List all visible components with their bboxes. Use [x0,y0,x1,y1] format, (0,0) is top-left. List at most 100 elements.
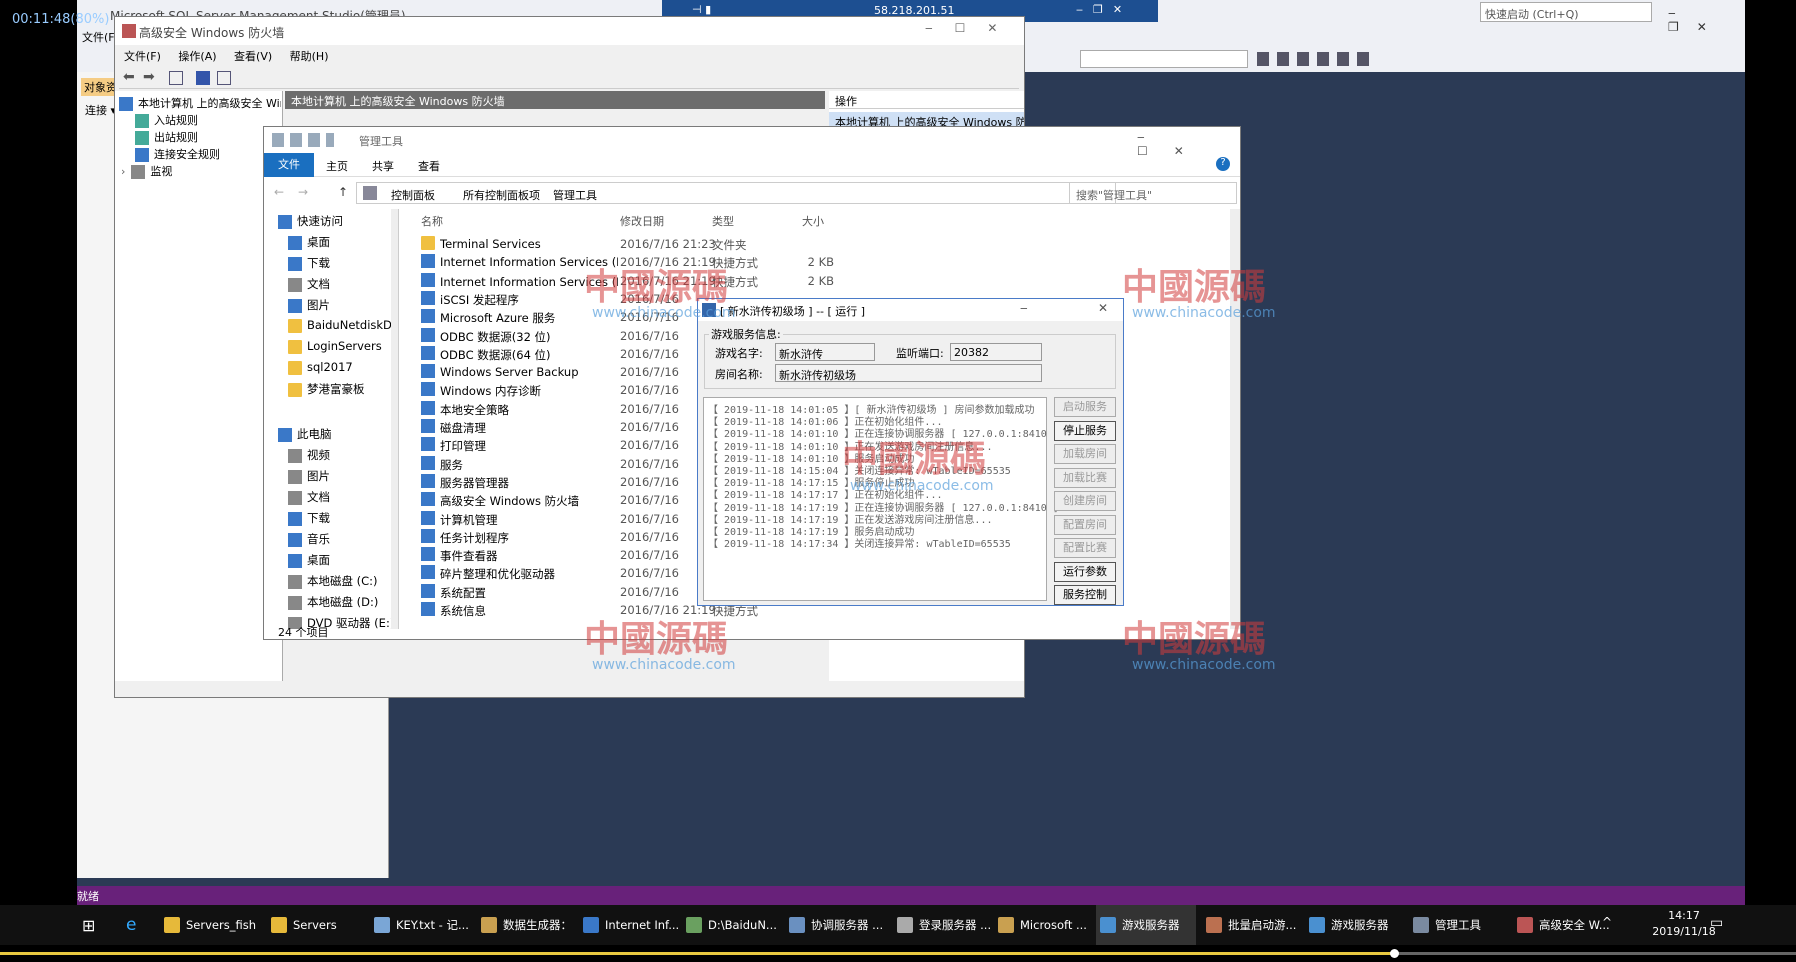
blue-icon [278,427,292,442]
firewall-window-controls[interactable]: ‒☐✕ [925,21,1019,35]
taskbar-item[interactable]: 数据生成器： [477,905,577,945]
taskbar-item-label: 批量启动游... [1228,918,1297,932]
rdp-window-controls[interactable]: ‒❐✕ [1076,3,1132,16]
close-icon[interactable]: ✕ [1098,301,1108,315]
file-date: 2016/7/16 [620,566,679,581]
breadcrumb-2[interactable]: 所有控制面板项 [463,187,540,203]
search-input[interactable]: 搜索"管理工具" [1069,182,1237,204]
dialog-button[interactable]: 创建房间 [1054,491,1116,511]
breadcrumb-3[interactable]: 管理工具 [553,187,597,203]
nav-item[interactable]: 图片 [288,468,330,486]
taskbar-item[interactable]: 批量启动游... [1202,905,1302,945]
ssms-combo[interactable] [1080,50,1248,68]
show-action-icon[interactable] [217,71,231,85]
ssms-toolbar-icons[interactable] [1257,52,1377,66]
col-date[interactable]: 修改日期 [620,213,664,229]
nav-item[interactable]: 快速访问 [278,213,343,231]
tree-monitoring[interactable]: › 监视 [121,163,172,179]
taskbar-item[interactable]: 管理工具 [1409,905,1509,945]
dialog-button[interactable]: 加载比赛 [1054,467,1116,488]
inbound-icon [135,114,149,128]
dialog-button[interactable]: 服务控制 [1054,585,1116,605]
up-arrow-icon[interactable]: ↑ [338,185,348,199]
menu-help[interactable]: 帮助(H) [290,50,329,63]
nav-scrollbar[interactable] [391,209,398,629]
dialog-button[interactable]: 停止服务 [1054,420,1116,441]
dialog-button[interactable]: 配置房间 [1054,514,1116,535]
nav-item[interactable]: 图片 [288,297,330,315]
minimize-icon[interactable]: ‒ [1020,301,1028,315]
progress-handle[interactable] [1390,949,1399,958]
tree-outbound[interactable]: 出站规则 [135,129,198,145]
ssms-window-controls[interactable]: ‒❐✕ [1668,6,1738,34]
taskbar-item[interactable]: 游戏服务器 [1096,905,1196,945]
col-name[interactable]: 名称 [421,213,443,229]
log-box[interactable]: 【 2019-11-18 14:01:05 】[ 新水浒传初级场 ] 房间参数加… [703,397,1059,601]
clock-time[interactable]: 14:17 [1654,909,1714,922]
show-tree-icon[interactable] [169,71,183,85]
taskbar-item[interactable]: Microsoft ... [994,905,1094,945]
help-icon[interactable]: ? [1216,157,1230,171]
expand-icon[interactable]: › [121,165,125,178]
nav-item[interactable]: 本地磁盘 (D:) [288,594,378,612]
menu-file[interactable]: 文件(F) [124,50,161,63]
taskbar-item[interactable]: KEY.txt - 记... [370,905,470,945]
nav-item[interactable]: 本地磁盘 (C:) [288,573,378,591]
menu-view[interactable]: 查看(V) [234,50,272,63]
nav-item[interactable]: 梦港富豪板 [288,381,365,399]
ribbon-tab-file[interactable]: 文件 [264,153,314,177]
forward-arrow-icon[interactable]: → [298,185,308,199]
ribbon-tab-view[interactable]: 查看 [418,158,440,174]
taskbar-item[interactable]: Internet Inf... [579,905,679,945]
forward-icon[interactable]: ➡ [143,69,155,85]
connect-button[interactable]: 连接 ▾ [85,102,116,118]
taskbar-item[interactable]: 游戏服务器 [1305,905,1405,945]
tree-connection-security[interactable]: 连接安全规则 [135,146,220,162]
tree-inbound[interactable]: 入站规则 [135,112,198,128]
col-size[interactable]: 大小 [802,213,824,229]
tree-root[interactable]: 本地计算机 上的高级安全 Wind [119,95,281,111]
action-center-icon[interactable]: ▭ [1710,915,1723,931]
ie-icon[interactable]: e [126,915,136,935]
taskbar-item[interactable]: Servers [267,905,367,945]
file-row[interactable]: Terminal Services 2016/7/16 21:23 文件夹 [417,235,897,253]
nav-item[interactable]: 文档 [288,489,330,507]
dialog-button[interactable]: 启动服务 [1054,397,1116,417]
menu-action[interactable]: 操作(A) [178,50,216,63]
help-icon[interactable] [196,71,210,85]
back-arrow-icon[interactable]: ← [274,185,284,199]
breadcrumb-1[interactable]: 控制面板 [391,187,435,203]
nav-item[interactable]: 桌面 [288,234,330,252]
nav-item[interactable]: 此电脑 [278,426,332,444]
name-field[interactable]: 新水浒传 [775,343,875,361]
nav-item[interactable]: LoginServers [288,339,382,357]
nav-item[interactable]: BaiduNetdiskD [288,318,392,336]
dialog-button[interactable]: 加载房间 [1054,444,1116,464]
dialog-button[interactable]: 配置比赛 [1054,538,1116,558]
address-bar[interactable]: 控制面板 所有控制面板项 管理工具 [356,182,1116,204]
nav-item[interactable]: 下载 [288,255,330,273]
notification-chevron-icon[interactable]: ^ [1602,915,1612,929]
start-icon[interactable]: ⊞ [82,916,95,935]
room-field[interactable]: 新水浒传初级场 [775,364,1042,382]
ribbon-tab-home[interactable]: 主页 [326,158,348,174]
dialog-button[interactable]: 运行参数 [1054,561,1116,582]
col-type[interactable]: 类型 [712,213,734,229]
nav-item[interactable]: 视频 [288,447,330,465]
nav-item[interactable]: sql2017 [288,360,353,378]
pin-icon[interactable]: ⊣ ▮ [692,3,711,16]
taskbar-item[interactable]: Servers_fish [160,905,260,945]
taskbar-item[interactable]: 协调服务器 ... [785,905,885,945]
taskbar-item[interactable]: 登录服务器 ... [893,905,993,945]
taskbar-item[interactable]: D:\BaiduN... [682,905,782,945]
nav-item[interactable]: 下载 [288,510,330,528]
ribbon-tab-share[interactable]: 共享 [372,158,394,174]
nav-item[interactable]: 文档 [288,276,330,294]
quick-launch-input[interactable]: 快速启动 (Ctrl+Q) [1480,2,1652,22]
taskbar-item[interactable]: 高级安全 W... [1513,905,1613,945]
back-icon[interactable]: ⬅ [123,69,135,85]
port-field[interactable]: 20382 [950,343,1042,361]
nav-item[interactable]: 音乐 [288,531,330,549]
nav-item[interactable]: 桌面 [288,552,330,570]
quick-access-toolbar[interactable] [272,133,334,147]
